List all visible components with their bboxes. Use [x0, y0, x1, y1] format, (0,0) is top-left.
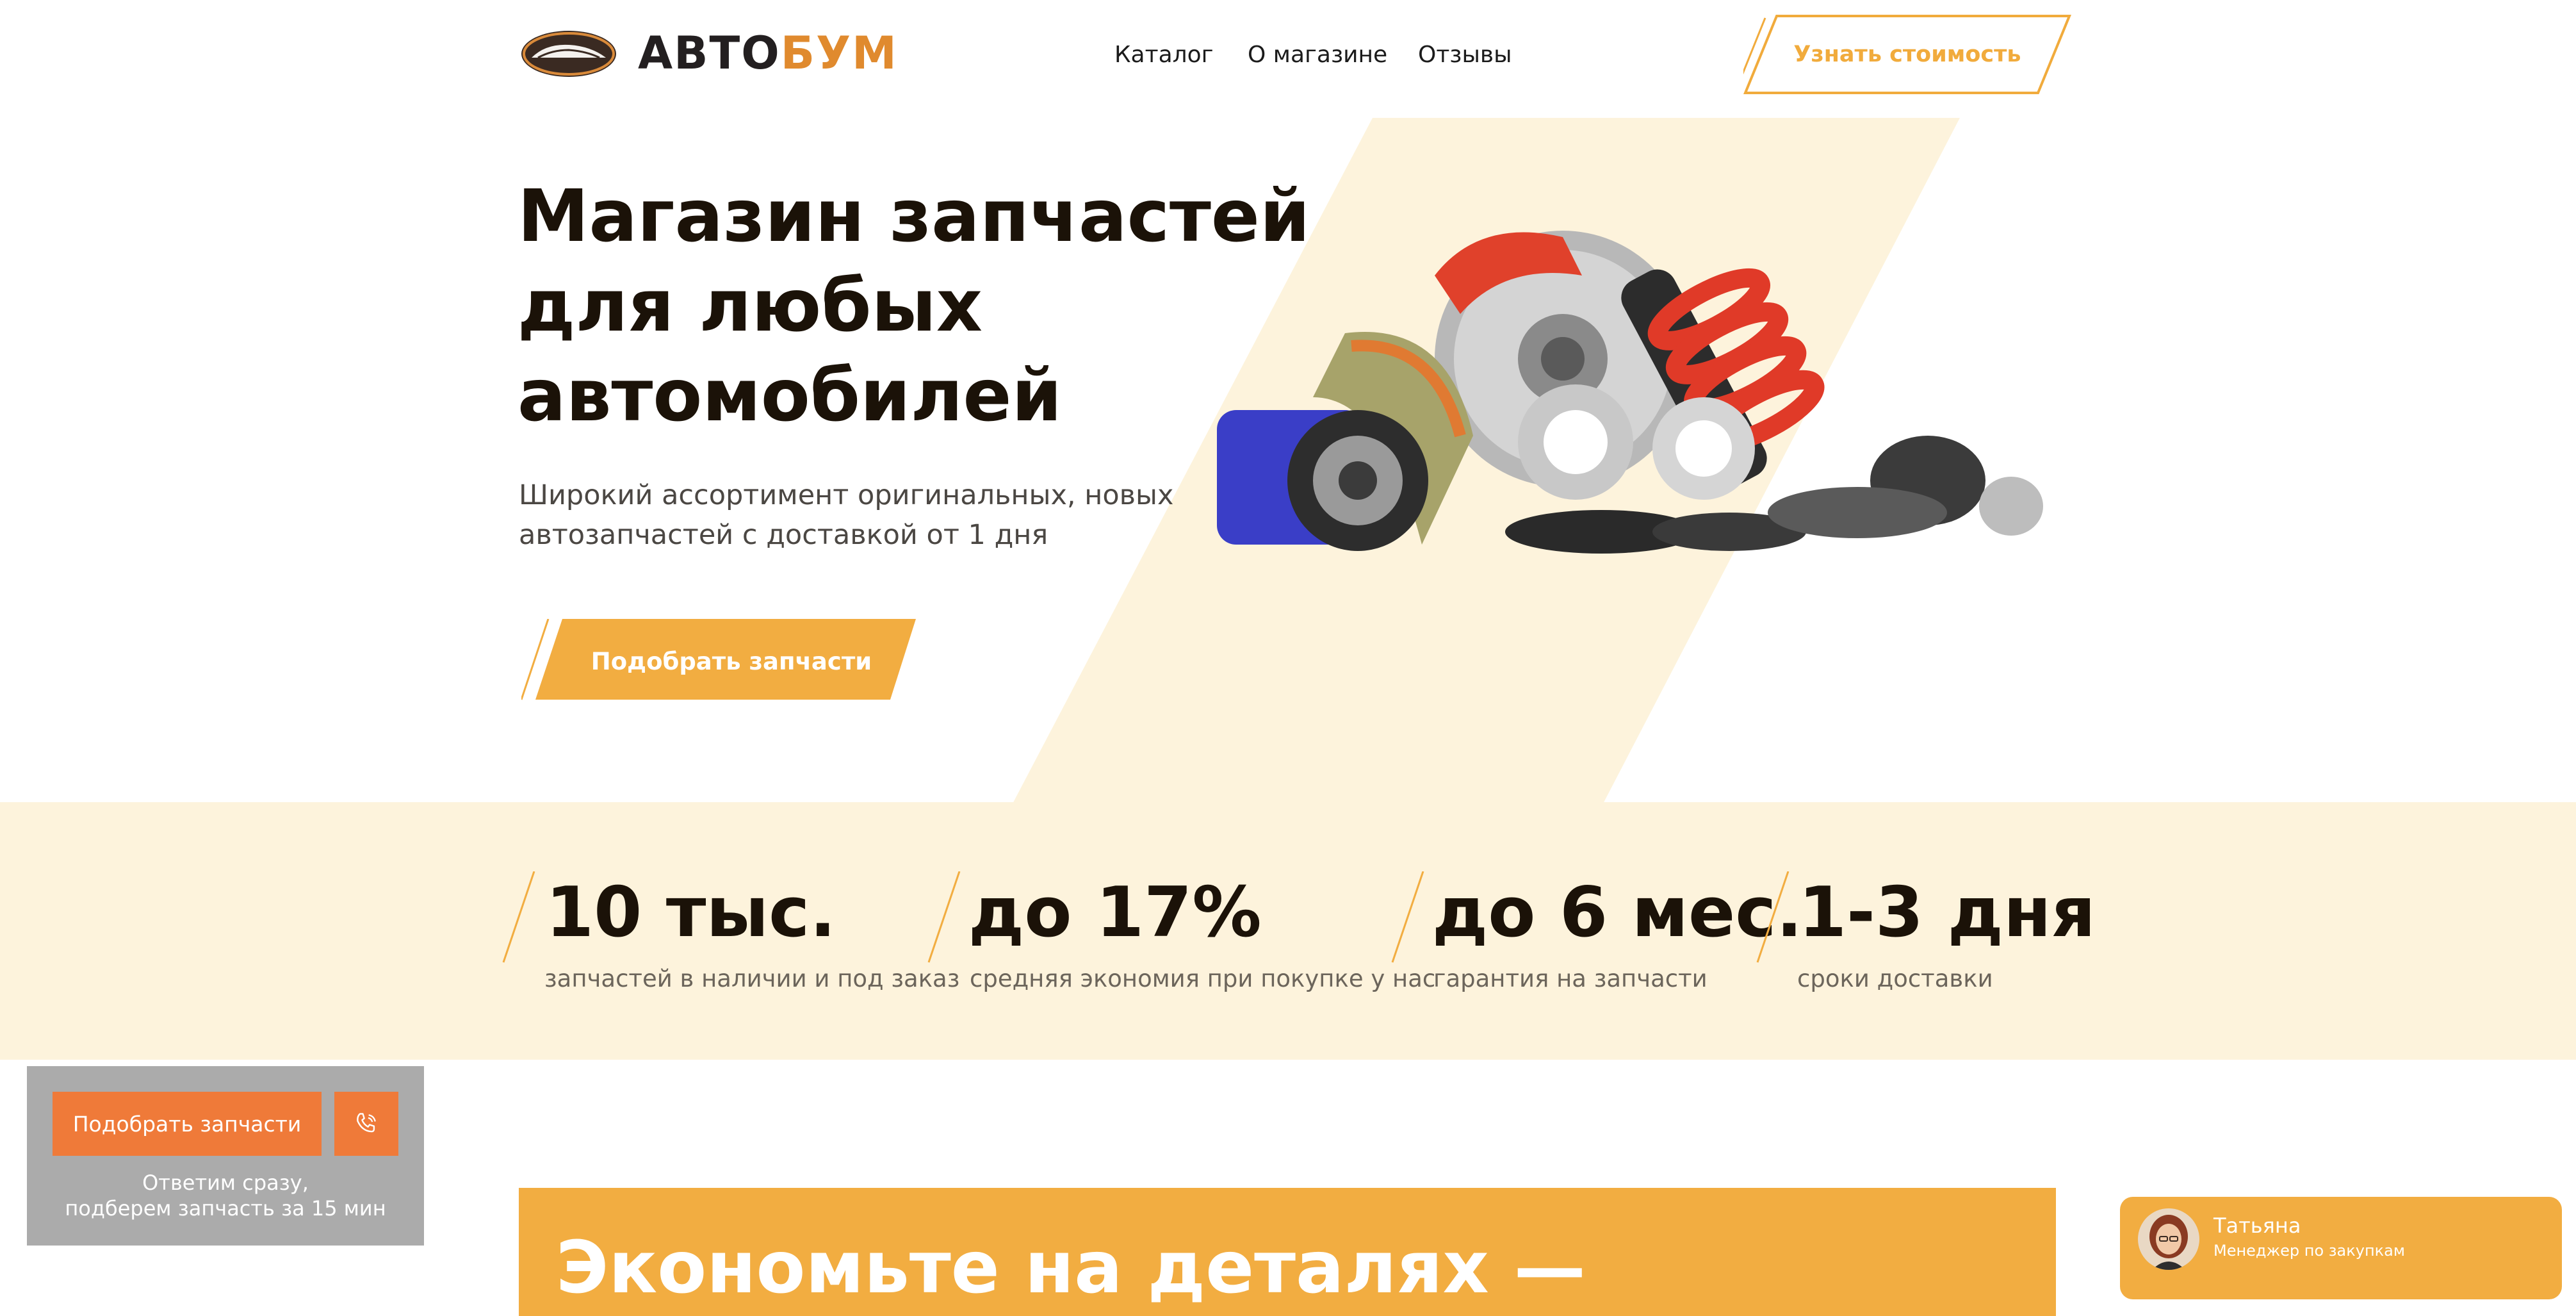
stat-divider: [927, 871, 961, 963]
hero-title: Магазин запчастей для любых автомобилей: [518, 172, 1318, 441]
logo-emblem[interactable]: [520, 29, 617, 78]
phone-icon: [357, 1113, 376, 1133]
manager-avatar[interactable]: [2138, 1208, 2199, 1270]
widget-note-line: подберем запчасть за 15 мин: [65, 1196, 386, 1221]
manager-name: Татьяна: [2213, 1213, 2301, 1238]
savings-banner-title: Экономьте на деталях —: [556, 1226, 1586, 1310]
hero-pick-parts-button[interactable]: Подобрать запчасти: [521, 619, 916, 703]
stat-value: до 17%: [968, 873, 1262, 953]
hero-title-line: автомобилей: [518, 354, 1062, 438]
hero-subtitle-line: автозапчастей с доставкой от 1 дня: [519, 519, 1048, 551]
logo-part-2: БУМ: [780, 27, 898, 79]
hero-subtitle: Широкий ассортимент оригинальных, новых …: [519, 475, 1223, 555]
stats-band: [0, 802, 2576, 1060]
logo-part-1: АВТО: [638, 27, 781, 79]
stat-label: запчастей в наличии и под заказ: [544, 965, 960, 992]
hero-title-line: для любых: [518, 265, 983, 348]
widget-note-line: Ответим сразу,: [142, 1171, 309, 1195]
stat-divider: [502, 871, 535, 963]
get-price-button-label: Узнать стоимость: [1793, 42, 2021, 67]
stat-label: сроки доставки: [1797, 965, 1993, 992]
get-price-button[interactable]: Узнать стоимость: [1743, 14, 2071, 95]
stat-value: 1-3 дня: [1798, 873, 2096, 953]
stat-divider: [1391, 871, 1424, 963]
stat-value: 10 тыс.: [546, 873, 836, 953]
widget-call-button[interactable]: [334, 1092, 398, 1156]
logo-wordmark[interactable]: АВТО БУМ: [638, 27, 898, 79]
stat-divider: [1756, 871, 1789, 963]
stat-label: средняя экономия при покупке у нас: [970, 965, 1436, 992]
manager-role: Менеджер по закупкам: [2213, 1242, 2405, 1260]
hero-title-line: Магазин запчастей: [518, 175, 1310, 258]
nav-about[interactable]: О магазине: [1248, 40, 1387, 70]
hero-button-label: Подобрать запчасти: [591, 647, 872, 675]
nav-catalog[interactable]: Каталог: [1114, 40, 1214, 70]
widget-pick-parts-button[interactable]: Подобрать запчасти: [53, 1092, 322, 1156]
stat-label: гарантия на запчасти: [1433, 965, 1708, 992]
car-parts-image: [1217, 231, 2043, 554]
widget-note: Ответим сразу, подберем запчасть за 15 м…: [27, 1170, 424, 1221]
nav-reviews[interactable]: Отзывы: [1418, 40, 1512, 70]
stat-value: до 6 мес.: [1432, 873, 1803, 953]
hero-subtitle-line: Широкий ассортимент оригинальных, новых: [519, 479, 1174, 511]
savings-banner: Экономьте на деталях —: [519, 1188, 2056, 1316]
